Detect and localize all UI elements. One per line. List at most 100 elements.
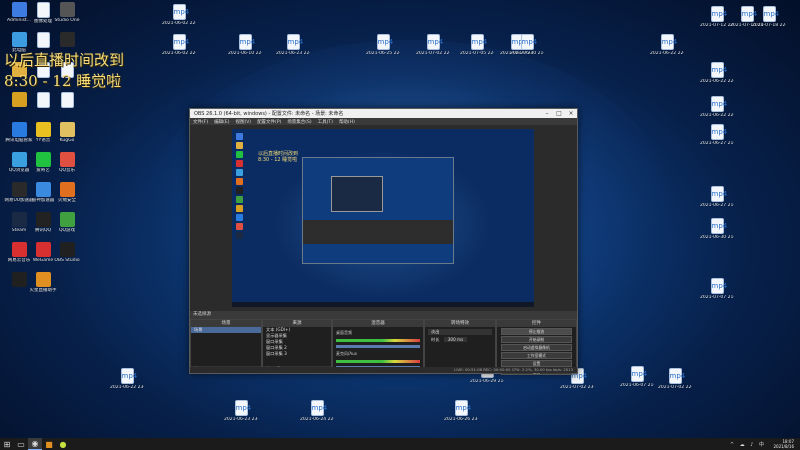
start-virtualcam-button[interactable]: 启动虚拟摄像机: [501, 344, 572, 351]
preview-canvas[interactable]: 以后直播时间改到 8:30 - 12 睡觉啦: [232, 129, 534, 307]
desktop-file-label: 2021-07-05 22-13-46...: [460, 51, 494, 56]
desktop-file[interactable]: mp42021-07-02 22-14-05...: [416, 34, 450, 56]
nested-docks: [303, 220, 453, 244]
obs-window-title: OBS 26.1.0 (64-bit, windows) - 配置文件: 未命名…: [194, 111, 344, 117]
windows-start-icon[interactable]: ⊞: [0, 438, 14, 450]
desktop-shortcut-label: Studio One: [54, 18, 80, 23]
desktop-file-label: 2021-07-02 22-14-05...: [416, 51, 450, 56]
preview-desktop-icons: [234, 131, 254, 241]
desktop-shortcut[interactable]: 火绒安全: [50, 182, 84, 203]
desktop-shortcut[interactable]: [50, 32, 84, 48]
desktop-file[interactable]: mp42021-06-25 22-13-29...: [366, 34, 400, 56]
desktop-file-label: 2021-07-02 23-49-51: [560, 385, 594, 390]
desktop-file[interactable]: mp42021-06-22 23-51-41: [110, 368, 144, 390]
task-view-icon[interactable]: ▭: [14, 438, 28, 450]
menu-tools[interactable]: 工具(T): [318, 119, 333, 125]
file-icon: [36, 32, 50, 48]
scene-item[interactable]: 场景: [191, 327, 261, 333]
taskbar-clock[interactable]: 18:07 2021/8/16: [773, 439, 794, 449]
desktop-file-label: 2021-07-07 21-28-52: [700, 295, 734, 300]
mic-meter: [336, 360, 420, 363]
duration-input[interactable]: 300 ms: [443, 337, 468, 342]
desktop-shortcut[interactable]: QQ音乐: [50, 152, 84, 173]
qq-icon: [35, 212, 51, 227]
desktop-file[interactable]: mp42021-07-02 22-13-46: [658, 368, 692, 390]
menu-scene-collection[interactable]: 场景集合(S): [287, 119, 311, 125]
preview-overlay-line2: 8:30 - 12 睡觉啦: [258, 157, 298, 163]
desktop-shortcut[interactable]: [50, 92, 84, 109]
video-file-icon: mp4: [286, 34, 303, 50]
source-item[interactable]: 窗口采集 3: [263, 351, 331, 357]
menu-view[interactable]: 视图(V): [235, 119, 251, 125]
scenes-dock: 场景 场景 + − ∧ ∨: [190, 319, 262, 373]
desktop-file[interactable]: mp42021-06-22 22-14-20: [700, 62, 734, 84]
desktop-file-label: 2021-06-30 21-41-42: [700, 235, 734, 240]
obs-window[interactable]: OBS 26.1.0 (64-bit, windows) - 配置文件: 未命名…: [189, 108, 578, 375]
windows-taskbar: ⊞ ▭ ◉ ■ ● ^ ☁ ♪ 中 18:07 2021/8/16: [0, 438, 800, 450]
system-tray[interactable]: ^ ☁ ♪ 中: [730, 441, 766, 448]
desktop-file[interactable]: mp42021-06-23 23-40-33: [224, 400, 258, 422]
desktop-file[interactable]: mp42021-06-22 22-04-46...: [650, 34, 684, 56]
video-file-icon: mp4: [454, 400, 471, 416]
desktop-shortcut[interactable]: 火星直播助手: [26, 272, 60, 293]
desktop-file[interactable]: mp42021-06-22 22-04-49: [700, 96, 734, 118]
transition-select[interactable]: 淡出: [428, 329, 492, 335]
preview-app-icon: [236, 160, 243, 167]
desktop-shortcut[interactable]: QQ游戏: [50, 212, 84, 233]
desktop-file[interactable]: mp42021-06-27 21-21-36: [700, 124, 734, 146]
desktop-file-label: 2021-06-07 21-27-14: [620, 383, 654, 388]
desktop-file[interactable]: mp42021-06-24 22-50-09: [300, 400, 334, 422]
desktop-file[interactable]: mp42021-06-23 22-13-20...: [276, 34, 310, 56]
desktop-file[interactable]: mp42021-06-30 21-41-22...: [510, 34, 544, 56]
start-recording-button[interactable]: 开始录制: [501, 336, 572, 343]
nested-obs-capture: [302, 157, 454, 264]
studio-icon: [59, 2, 75, 17]
iqiyi-icon: [35, 152, 51, 167]
desktop-file[interactable]: mp42021-07-07 21-28-52: [700, 278, 734, 300]
clock-date: 2021/8/16: [773, 444, 794, 449]
menu-help[interactable]: 帮助(H): [339, 119, 355, 125]
taskbar-app-icon[interactable]: ■: [42, 438, 56, 450]
minimize-icon[interactable]: –: [541, 110, 553, 117]
maximize-icon[interactable]: □: [553, 110, 565, 117]
desktop-shortcut[interactable]: OBS Studio: [50, 242, 84, 263]
desktop-file-label: 2021-06-10 22-12-12...: [228, 51, 262, 56]
video-file-icon: mp4: [234, 400, 251, 416]
desktop-file-label: 2021-06-22 22-04-49: [700, 113, 734, 118]
desktop-file-label: 2021-06-30 21-41-22...: [510, 51, 544, 56]
desktop-file[interactable]: mp42021-06-26 23-52-02: [444, 400, 478, 422]
desktop-shortcut-label: 火星直播助手: [29, 288, 57, 293]
controls-dock-title: 控件: [497, 320, 576, 327]
obs-titlebar[interactable]: OBS 26.1.0 (64-bit, windows) - 配置文件: 未命名…: [190, 109, 577, 118]
studio-mode-button[interactable]: 工作室模式: [501, 352, 572, 359]
desktop-shortcut[interactable]: Studio One: [50, 2, 84, 23]
desktop-file[interactable]: mp42021-06-07 21-27-14: [620, 366, 654, 388]
taskbar-app-icon[interactable]: ●: [56, 438, 70, 450]
taskbar-obs-icon[interactable]: ◉: [28, 438, 42, 450]
menu-profile[interactable]: 配置文件(P): [257, 119, 281, 125]
desktop-file[interactable]: mp42021-06-30 21-41-42: [700, 218, 734, 240]
desktop-audio-slider[interactable]: [336, 345, 420, 348]
menu-edit[interactable]: 编辑(E): [214, 119, 229, 125]
desktop-file[interactable]: mp42021-06-02 22-14-17...: [162, 4, 196, 26]
transitions-dock-title: 转场特效: [425, 320, 495, 327]
stop-streaming-button[interactable]: 停止推流: [501, 328, 572, 335]
desktop-shortcut[interactable]: KugGo: [50, 122, 84, 143]
settings-button[interactable]: 设置: [501, 360, 572, 367]
live-icon: [35, 272, 51, 287]
desktop-shortcut-label: QQ音乐: [58, 168, 76, 173]
preview-app-icon: [236, 196, 243, 203]
app-icon: [11, 92, 27, 107]
desktop-file[interactable]: mp42021-06-27 21-23-52: [700, 186, 734, 208]
desktop-file[interactable]: mp42021-07-12 22-14-29...: [700, 6, 734, 28]
preview-app-icon: [236, 232, 243, 239]
desktop-file[interactable]: mp42021-06-10 22-12-12...: [228, 34, 262, 56]
menu-file[interactable]: 文件(F): [193, 119, 208, 125]
mixer-channel-desktop: 桌面音频: [336, 330, 352, 335]
duration-label: 时长: [431, 337, 440, 342]
desktop-file-label: 2021-06-22 22-14-20: [700, 79, 734, 84]
desktop-file[interactable]: mp42021-07-05 22-13-46...: [460, 34, 494, 56]
video-file-icon: mp4: [668, 368, 685, 384]
desktop-file[interactable]: mp42021-07-18 22-13-31...: [752, 6, 786, 28]
close-icon[interactable]: ×: [565, 110, 577, 117]
